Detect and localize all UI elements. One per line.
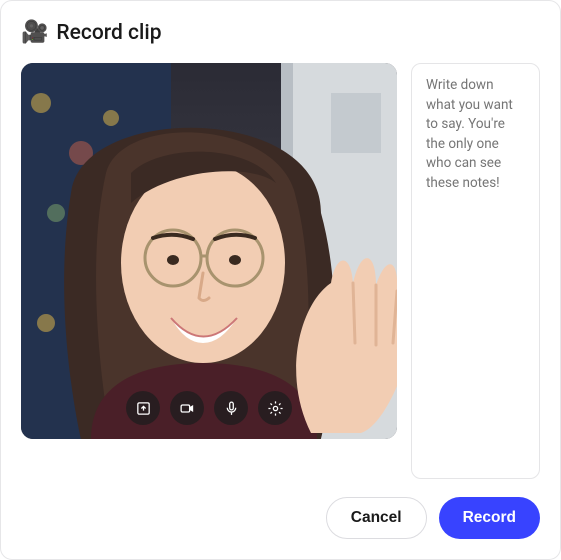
settings-button[interactable] [258, 391, 292, 425]
modal-header: 🎥 Record clip [21, 21, 540, 45]
camera-preview-image [21, 63, 397, 439]
movie-camera-icon: 🎥 [21, 22, 48, 44]
gear-icon [267, 400, 284, 417]
upload-button[interactable] [126, 391, 160, 425]
modal-body [21, 63, 540, 479]
camera-icon [179, 400, 196, 417]
notes-textarea[interactable] [411, 63, 540, 479]
camera-button[interactable] [170, 391, 204, 425]
upload-icon [135, 400, 152, 417]
microphone-icon [223, 400, 240, 417]
record-button[interactable]: Record [439, 497, 540, 539]
record-clip-modal: 🎥 Record clip [0, 0, 561, 560]
preview-controls [126, 391, 292, 425]
cancel-button[interactable]: Cancel [326, 497, 427, 539]
modal-footer: Cancel Record [21, 497, 540, 539]
camera-preview [21, 63, 397, 439]
modal-title: Record clip [56, 21, 161, 45]
microphone-button[interactable] [214, 391, 248, 425]
